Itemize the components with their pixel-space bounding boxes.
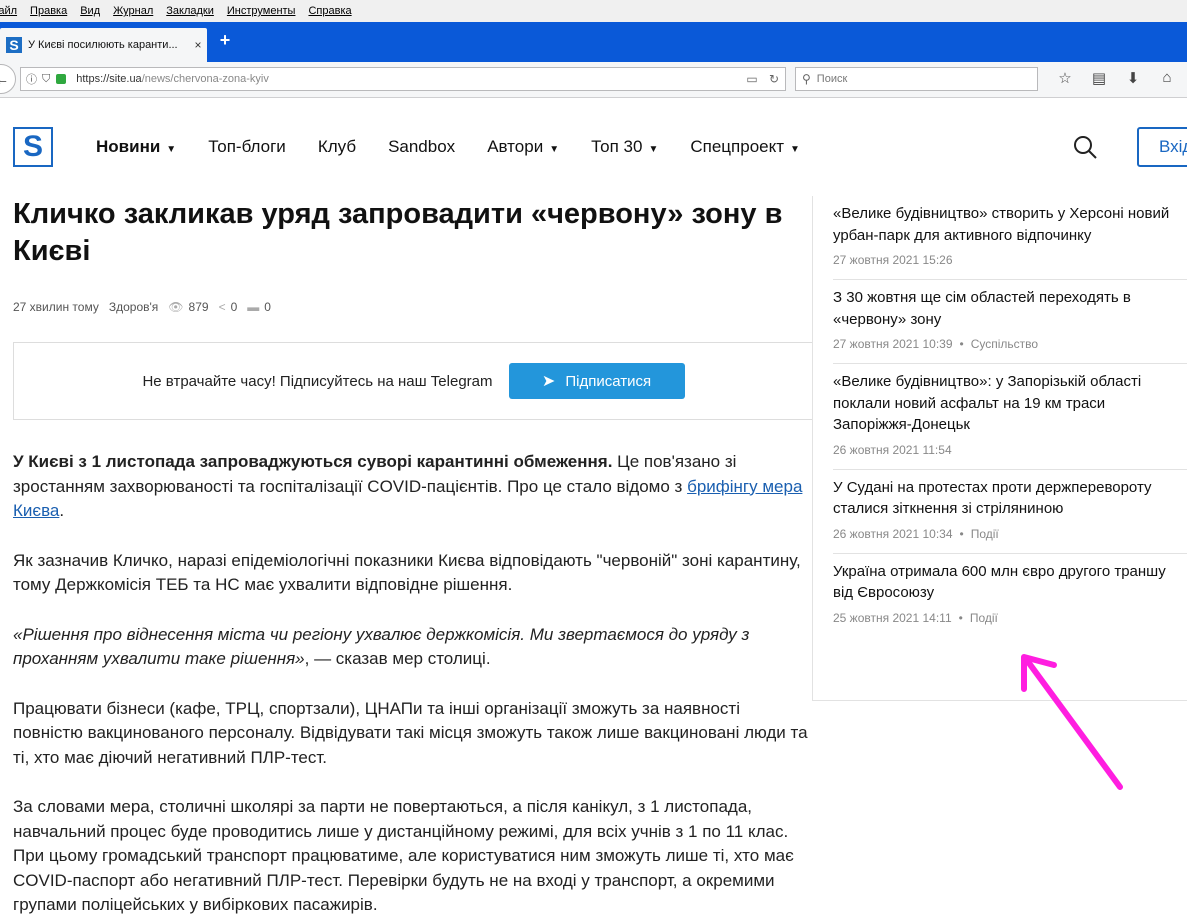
site-search-icon[interactable] [1072, 134, 1098, 160]
eye-icon: 👁 [168, 300, 184, 314]
caret-down-icon: ▼ [790, 144, 800, 155]
news-title[interactable]: «Велике будівництво»: у Запорізькій обла… [833, 371, 1187, 436]
article-headline: Кличко закликав уряд запровадити «червон… [13, 198, 783, 267]
share-icon[interactable]: < [219, 300, 226, 314]
browser-search-input[interactable]: ⚲ Поиск [795, 67, 1038, 91]
nav-item-club[interactable]: Клуб [318, 137, 356, 157]
main-navigation: Новини ▼ Топ-блоги Клуб Sandbox Автори ▼ Т… [96, 137, 832, 157]
paragraph: Як зазначив Кличко, наразі епідеміологіч… [13, 550, 801, 595]
browser-tab[interactable]: S У Києві посилюють каранти... × [0, 28, 207, 62]
menu-help[interactable]: Справка [308, 5, 351, 17]
news-meta: 26 жовтня 2021 10:34 • Події [833, 526, 999, 541]
browser-navbar: ← ⓘ ⛉ https://site.ua/news/chervona-zona… [0, 62, 1187, 98]
telegram-promo-text: Не втрачайте часу! Підписуйтесь на наш T… [142, 372, 493, 390]
share-count: 0 [230, 300, 238, 314]
caret-down-icon: ▼ [648, 144, 659, 155]
news-sidebar: «Велике будівництво» створить у Херсоні … [812, 196, 1187, 701]
login-button[interactable]: Вхід [1137, 127, 1187, 167]
shield-icon[interactable]: ⛉ [42, 73, 50, 86]
paragraph: За словами мера, столичні школярі за пар… [13, 797, 794, 914]
tab-close-icon[interactable]: × [189, 38, 207, 52]
news-title[interactable]: З 30 жовтня ще сім областей переходять в… [833, 287, 1187, 330]
toolbar-icons: ☆ ▤ ⬇ ⌂ [1048, 69, 1184, 87]
paragraph: Працювати бізнеси (кафе, ТРЦ, спортзали)… [13, 698, 808, 767]
nav-item-authors[interactable]: Автори ▼ [487, 137, 559, 157]
paper-plane-icon: ➤ [541, 373, 556, 390]
comment-count: 0 [264, 300, 271, 314]
view-count: 879 [188, 300, 209, 314]
browser-menubar: Файл Правка Вид Журнал Закладки Инструме… [0, 0, 1187, 22]
list-item[interactable]: «Велике будівництво» створить у Херсоні … [833, 196, 1187, 280]
article-time: 27 хвилин тому [13, 300, 99, 314]
paragraph: У Києві з 1 листопада запроваджуються су… [13, 452, 803, 520]
downloads-icon[interactable]: ⬇ [1116, 69, 1150, 87]
telegram-subscribe-button[interactable]: ➤ Підписатися [508, 363, 685, 399]
back-button[interactable]: ← [0, 64, 16, 94]
menu-view[interactable]: Вид [80, 5, 100, 17]
menu-history[interactable]: Журнал [113, 5, 153, 17]
news-meta: 25 жовтня 2021 14:11 • Події [833, 610, 998, 625]
article-category[interactable]: Здоров'я [109, 300, 158, 314]
nav-item-top30[interactable]: Топ 30 ▼ [591, 137, 658, 157]
site-header: S Новини ▼ Топ-блоги Клуб Sandbox Автори ▼… [0, 100, 1187, 194]
list-item[interactable]: «Велике будівництво»: у Запорізькій обла… [833, 364, 1187, 470]
url-bar[interactable]: ⓘ ⛉ https://site.ua/news/chervona-zona-k… [20, 67, 786, 91]
news-title[interactable]: Україна отримала 600 млн євро другого тр… [833, 561, 1187, 604]
nav-item-special[interactable]: Спецпроект ▼ [690, 137, 800, 157]
menu-tools[interactable]: Инструменты [227, 5, 296, 17]
caret-down-icon: ▼ [166, 144, 177, 155]
new-tab-button[interactable]: + [215, 30, 235, 51]
separator-dot: • [959, 526, 964, 541]
search-placeholder: Поиск [816, 73, 848, 85]
news-title[interactable]: «Велике будівництво» створить у Херсоні … [833, 203, 1187, 246]
news-meta: 26 жовтня 2021 11:54 [833, 442, 952, 457]
nav-item-news[interactable]: Новини ▼ [96, 137, 176, 157]
lock-icon [56, 74, 67, 84]
article-meta: 27 хвилин тому Здоров'я 👁 879 < 0 ▬ 0 [13, 300, 813, 314]
search-icon: ⚲ [802, 72, 811, 86]
menu-edit[interactable]: Правка [30, 5, 67, 17]
telegram-promo: Не втрачайте часу! Підписуйтесь на наш T… [13, 342, 813, 420]
reader-view-icon[interactable]: ▭ [741, 72, 763, 86]
reading-list-icon[interactable]: ▤ [1082, 69, 1116, 87]
annotation-arrow-icon [1021, 654, 1123, 790]
menu-file[interactable]: Файл [0, 5, 17, 17]
info-icon[interactable]: ⓘ [26, 71, 37, 87]
list-item[interactable]: Україна отримала 600 млн євро другого тр… [833, 554, 1187, 637]
url-text[interactable]: https://site.ua/news/chervona-zona-kyiv [76, 73, 741, 85]
list-item[interactable]: У Судані на протестах проти держпереворо… [833, 470, 1187, 554]
nav-item-sandbox[interactable]: Sandbox [388, 137, 455, 157]
caret-down-icon: ▼ [549, 144, 560, 155]
news-meta: 27 жовтня 2021 15:26 [833, 253, 953, 267]
comment-icon[interactable]: ▬ [247, 300, 259, 314]
site-logo[interactable]: S [13, 127, 53, 167]
article-body: У Києві з 1 листопада запроваджуються су… [13, 450, 813, 918]
news-title[interactable]: У Судані на протестах проти держпереворо… [833, 477, 1187, 520]
site-favicon-icon: S [6, 37, 22, 53]
home-icon[interactable]: ⌂ [1150, 69, 1184, 87]
separator-dot: • [958, 610, 963, 625]
news-meta: 27 жовтня 2021 10:39 • Суспільство [833, 337, 1039, 351]
article: Кличко закликав уряд запровадити «червон… [13, 196, 813, 921]
reload-icon[interactable]: ↻ [763, 72, 785, 86]
tab-title: У Києві посилюють каранти... [28, 39, 178, 51]
tab-strip: S У Києві посилюють каранти... × [0, 22, 1187, 62]
bookmark-star-icon[interactable]: ☆ [1048, 69, 1082, 87]
nav-item-top-blogs[interactable]: Топ-блоги [208, 137, 286, 157]
paragraph: «Рішення про віднесення міста чи регіону… [13, 624, 750, 669]
separator-dot: • [959, 337, 964, 351]
menu-bookmarks[interactable]: Закладки [166, 5, 214, 17]
list-item[interactable]: З 30 жовтня ще сім областей переходять в… [833, 280, 1187, 364]
back-arrow-icon: ← [0, 71, 9, 87]
